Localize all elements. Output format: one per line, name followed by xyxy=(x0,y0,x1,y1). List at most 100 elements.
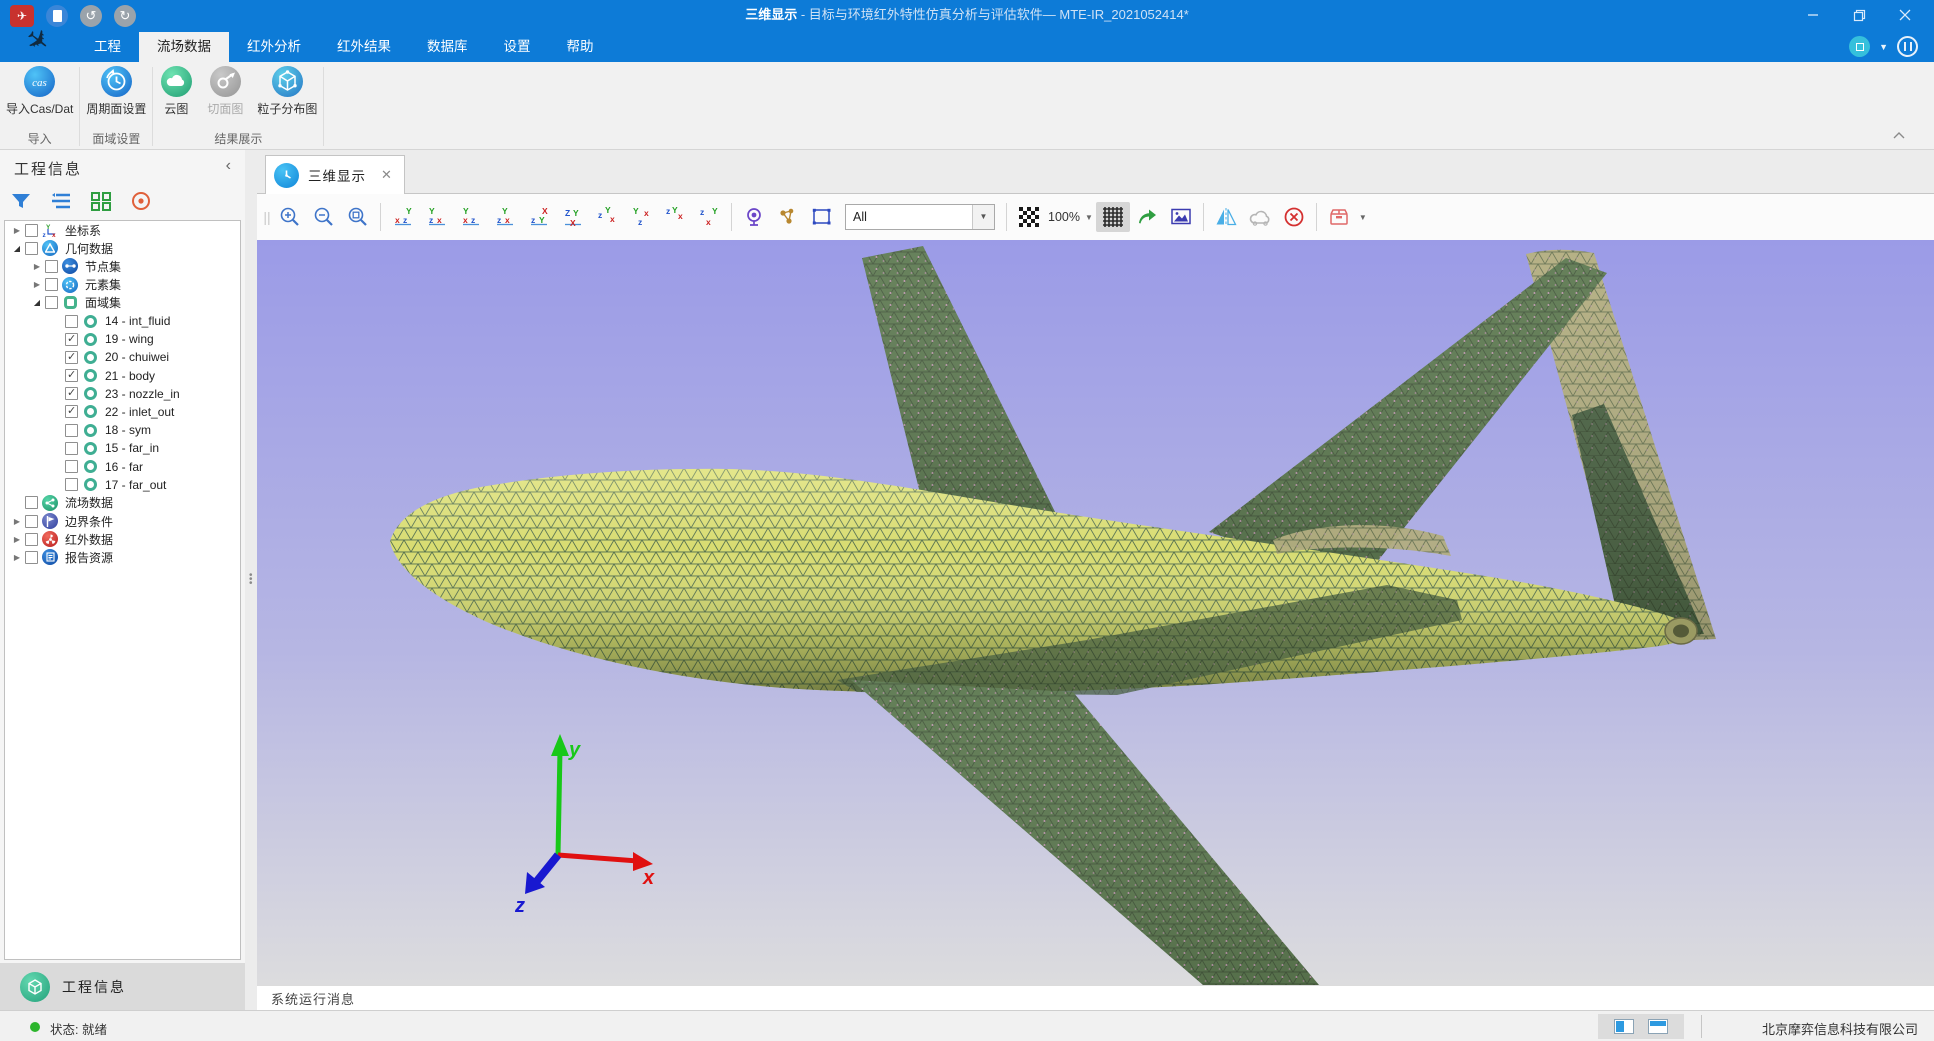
panel-splitter[interactable]: ••• xyxy=(245,150,257,1010)
tree-checkbox[interactable] xyxy=(65,442,78,455)
tree-checkbox[interactable] xyxy=(25,533,38,546)
menu-item-0[interactable]: 工程 xyxy=(76,32,139,62)
ribbon-button-particles[interactable]: 粒子分布图 xyxy=(251,66,323,117)
menu-item-4[interactable]: 数据库 xyxy=(409,32,486,62)
tree-row-报告资源[interactable]: ▶报告资源 xyxy=(5,548,240,566)
tree-row-流场数据[interactable]: 流场数据 xyxy=(5,494,240,512)
tree-checkbox[interactable] xyxy=(65,333,78,346)
tree-checkbox[interactable] xyxy=(65,478,78,491)
texture-density-icon[interactable] xyxy=(1012,202,1046,232)
tree-checkbox[interactable] xyxy=(65,351,78,364)
view-bottom-icon[interactable]: ZYX xyxy=(556,202,590,232)
tree-expander-icon[interactable]: ▶ xyxy=(11,517,23,526)
cloud-display-icon[interactable] xyxy=(1243,202,1277,232)
tree-row-19-wing[interactable]: 19 - wing xyxy=(5,330,240,348)
tree-row-20-chuiwei[interactable]: 20 - chuiwei xyxy=(5,348,240,366)
view-left-icon[interactable]: xzY xyxy=(454,202,488,232)
tree-row-16-far[interactable]: 16 - far xyxy=(5,457,240,475)
tree-checkbox[interactable] xyxy=(45,260,58,273)
tree-expander-icon[interactable]: ◢ xyxy=(31,298,43,307)
display-filter-combobox[interactable]: All▼ xyxy=(845,204,995,230)
panel-collapse-icon[interactable]: ‹ xyxy=(226,157,231,175)
tree-checkbox[interactable] xyxy=(65,405,78,418)
filter-icon[interactable] xyxy=(8,188,34,214)
export-package-icon[interactable] xyxy=(1322,202,1356,232)
tree-expander-icon[interactable]: ▶ xyxy=(11,553,23,562)
view-iso-se-icon[interactable]: Yxz xyxy=(624,202,658,232)
tree-row-22-inlet_out[interactable]: 22 - inlet_out xyxy=(5,403,240,421)
grid-view-icon[interactable] xyxy=(88,188,114,214)
tree-row-15-far_in[interactable]: 15 - far_in xyxy=(5,439,240,457)
layout-top-panel-icon[interactable] xyxy=(1648,1019,1668,1034)
tab-3d-view[interactable]: 三维显示 ✕ xyxy=(265,155,405,194)
rect-select-icon[interactable] xyxy=(805,202,839,232)
tree-row-18-sym[interactable]: 18 - sym xyxy=(5,421,240,439)
theme-button[interactable] xyxy=(1849,36,1870,57)
menu-item-2[interactable]: 红外分析 xyxy=(229,32,319,62)
grid-toggle-icon[interactable] xyxy=(1096,202,1130,232)
tree-row-21-body[interactable]: 21 - body xyxy=(5,367,240,385)
menu-item-3[interactable]: 红外结果 xyxy=(319,32,409,62)
tree-checkbox[interactable] xyxy=(65,387,78,400)
tree-checkbox[interactable] xyxy=(25,242,38,255)
tree-row-23-nozzle_in[interactable]: 23 - nozzle_in xyxy=(5,385,240,403)
splitter-handle[interactable]: ••• xyxy=(249,574,253,586)
view-front-icon[interactable]: xzY xyxy=(386,202,420,232)
tree-row-面域集[interactable]: ◢面域集 xyxy=(5,294,240,312)
layout-left-panel-icon[interactable] xyxy=(1614,1019,1634,1034)
tree-row-红外数据[interactable]: ▶红外数据 xyxy=(5,530,240,548)
view-top-icon[interactable]: zYX xyxy=(522,202,556,232)
tree-expander-icon[interactable]: ▶ xyxy=(31,280,43,289)
view-iso-nw-icon[interactable]: zYx xyxy=(658,202,692,232)
export-arrow-icon[interactable] xyxy=(1130,202,1164,232)
particle-nodes-icon[interactable] xyxy=(771,202,805,232)
tree-checkbox[interactable] xyxy=(25,496,38,509)
list-view-icon[interactable] xyxy=(48,188,74,214)
tree-row-节点集[interactable]: ▶节点集 xyxy=(5,257,240,275)
mirror-icon[interactable] xyxy=(1209,202,1243,232)
restore-button[interactable] xyxy=(1836,0,1882,30)
snapshot-icon[interactable] xyxy=(1164,202,1198,232)
zoom-out-icon[interactable] xyxy=(307,202,341,232)
toolbar-drag-handle[interactable]: || xyxy=(261,209,273,225)
locate-target-icon[interactable] xyxy=(128,188,154,214)
menu-item-5[interactable]: 设置 xyxy=(486,32,549,62)
tree-row-元素集[interactable]: ▶元素集 xyxy=(5,276,240,294)
minimize-button[interactable] xyxy=(1790,0,1836,30)
tree-row-几何数据[interactable]: ◢几何数据 xyxy=(5,239,240,257)
tree-row-14-int_fluid[interactable]: 14 - int_fluid xyxy=(5,312,240,330)
export-dropdown-icon[interactable]: ▼ xyxy=(1359,213,1367,222)
tab-close-icon[interactable]: ✕ xyxy=(381,167,392,183)
ribbon-button-cas[interactable]: cas导入Cas/Dat xyxy=(0,66,79,117)
ribbon-collapse-icon[interactable] xyxy=(1892,127,1906,145)
view-back-icon[interactable]: zxY xyxy=(420,202,454,232)
close-button[interactable] xyxy=(1882,0,1928,30)
camera-icon[interactable] xyxy=(737,202,771,232)
tree-expander-icon[interactable]: ▶ xyxy=(11,226,23,235)
tree-checkbox[interactable] xyxy=(65,315,78,328)
tree-checkbox[interactable] xyxy=(45,278,58,291)
zoom-fit-icon[interactable] xyxy=(341,202,375,232)
ribbon-button-clock[interactable]: 周期面设置 xyxy=(80,66,152,117)
tree-checkbox[interactable] xyxy=(45,296,58,309)
tree-checkbox[interactable] xyxy=(65,369,78,382)
menu-dropdown-icon[interactable]: ▼ xyxy=(1879,42,1888,52)
tree-row-边界条件[interactable]: ▶边界条件 xyxy=(5,512,240,530)
zoom-level-dropdown-icon[interactable]: ▼ xyxy=(1085,213,1093,222)
combobox-dropdown-icon[interactable]: ▼ xyxy=(972,205,994,229)
viewport-3d[interactable]: y x z xyxy=(257,240,1934,985)
menu-item-6[interactable]: 帮助 xyxy=(549,32,612,62)
ribbon-button-cloud[interactable]: 云图 xyxy=(153,66,199,117)
tree-checkbox[interactable] xyxy=(65,424,78,437)
view-right-icon[interactable]: zxY xyxy=(488,202,522,232)
view-iso-sw-icon[interactable]: zYx xyxy=(590,202,624,232)
clear-icon[interactable] xyxy=(1277,202,1311,232)
zoom-level-value[interactable]: 100% xyxy=(1048,210,1080,224)
tree-expander-icon[interactable]: ▶ xyxy=(31,262,43,271)
panel-footer-bar[interactable]: 工程信息 xyxy=(0,963,245,1010)
style-button[interactable] xyxy=(1897,36,1918,57)
menu-item-1[interactable]: 流场数据 xyxy=(139,32,229,62)
tree-row-17-far_out[interactable]: 17 - far_out xyxy=(5,476,240,494)
tree-expander-icon[interactable]: ▶ xyxy=(11,535,23,544)
tree-expander-icon[interactable]: ◢ xyxy=(11,244,23,253)
